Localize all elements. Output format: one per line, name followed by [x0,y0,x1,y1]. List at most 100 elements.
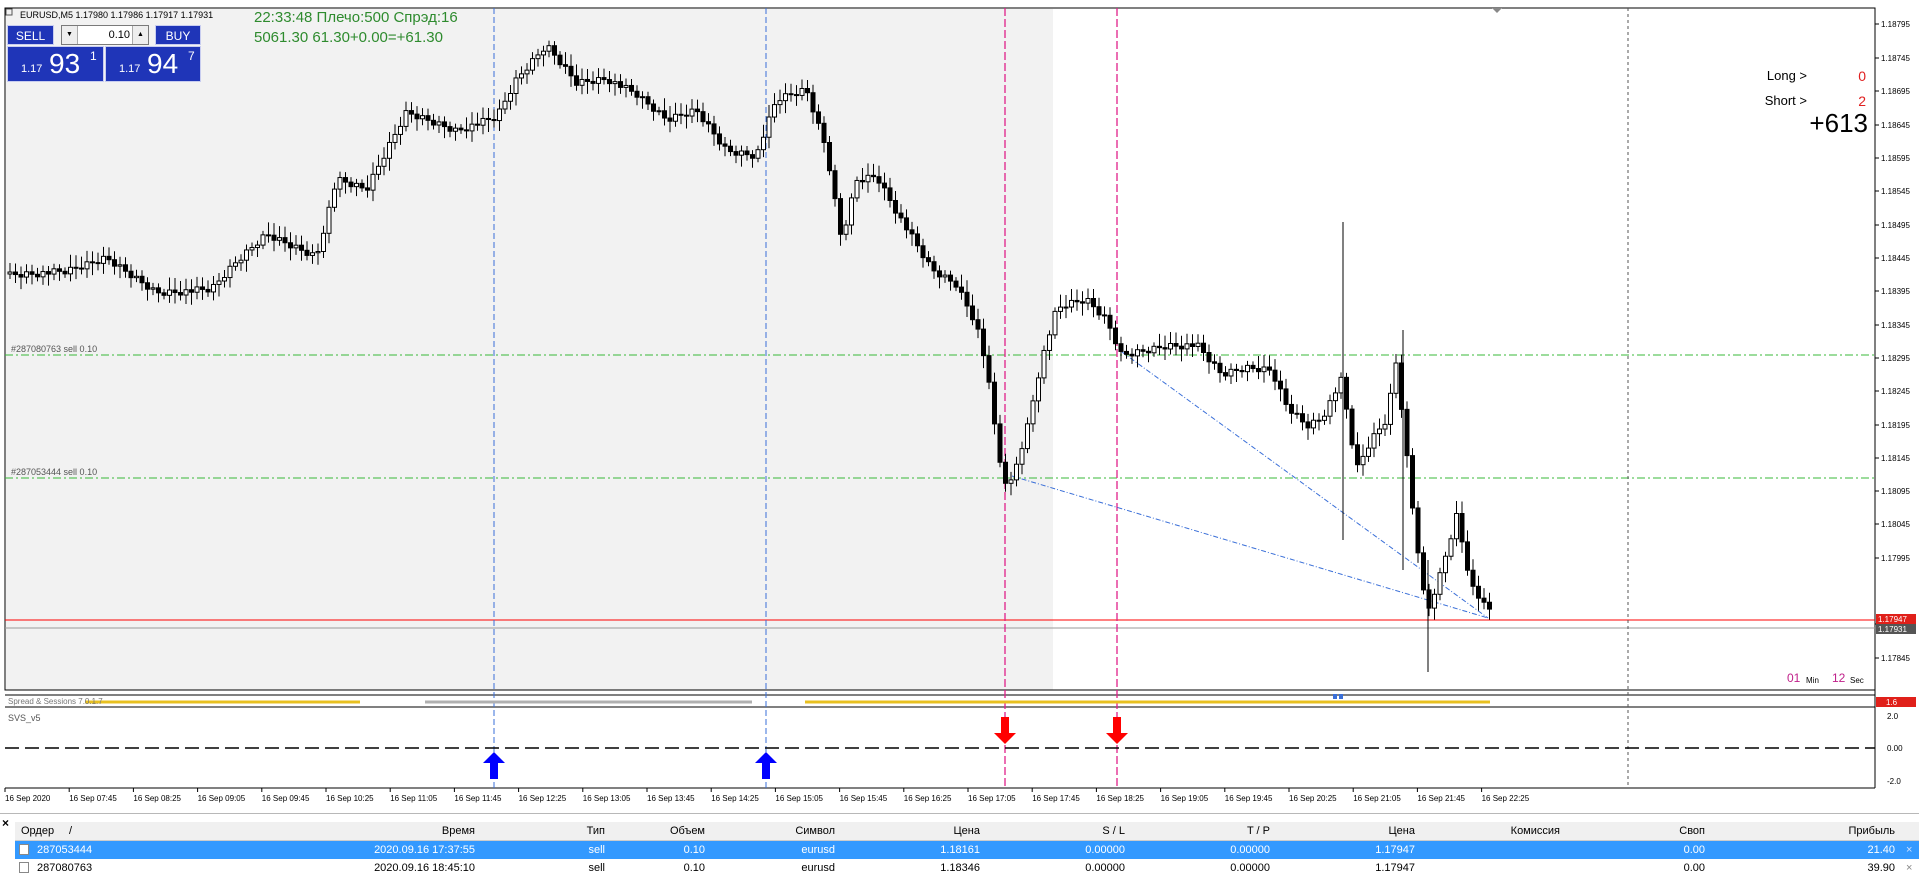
candle-body [579,78,585,86]
col-profit[interactable]: Прибыль [1705,822,1895,840]
volume-field[interactable]: ▼ 0.10 ▲ [61,25,149,45]
candle-body [700,111,706,123]
candle-body [1465,541,1470,571]
candle-body [948,274,953,282]
table-row[interactable]: 287080763 2020.09.16 18:45:10 sell 0.10 … [15,859,1919,877]
sell-price-box[interactable]: 1.17 93 1 [7,46,104,82]
price-chart[interactable]: 1.18795 1.18745 1.18695 1.18645 1.18595 1.185… [0,0,1919,813]
col-volume[interactable]: Объем [605,822,705,840]
candle-body [612,81,618,85]
col-order[interactable]: Ордер [21,822,91,840]
candle-body [684,114,689,117]
volume-down-icon[interactable]: ▼ [62,26,78,44]
cell-profit: 39.90 [1867,862,1895,874]
time-label: 16 Sep 09:05 [198,794,246,803]
candle-body [981,328,986,357]
candle-body [1300,413,1305,423]
candle-body [920,245,926,259]
col-time[interactable]: Время [165,822,475,840]
price-label: 1.18495 [1881,221,1910,230]
candle-body [1360,455,1366,466]
candle-body [992,381,997,425]
candle-body [1146,350,1151,354]
col-tp[interactable]: T / P [1125,822,1270,840]
candle-body [1338,376,1344,394]
candle-body [1080,301,1085,304]
ask-tag: 1.17931 [1878,625,1907,634]
candle-body [112,259,117,267]
candle-body [106,255,112,261]
time-label: 16 Sep 11:05 [390,794,438,803]
candle-body [1437,572,1443,595]
candle-body [271,234,277,241]
price-label: 1.17995 [1881,554,1910,563]
volume-input[interactable]: 0.10 [80,26,130,44]
candle-body [101,255,106,264]
price-label: 1.18645 [1881,121,1910,130]
candle-body [310,252,315,256]
candle-body [447,126,453,132]
candle-body [1201,342,1206,354]
candle-body [1129,353,1135,357]
price-label: 1.18095 [1881,487,1910,496]
candle-body [1058,306,1063,312]
time-label: 16 Sep 11:45 [454,794,502,803]
close-order-icon[interactable]: × [1906,841,1916,859]
candle-body [1239,370,1245,373]
candle-body [871,174,876,178]
candle-body [84,261,90,270]
candle-body [1173,343,1179,347]
time-label: 16 Sep 09:45 [262,794,310,803]
col-sl[interactable]: S / L [980,822,1125,840]
candle-body [860,179,865,183]
candle-body [1393,362,1399,394]
candle-body [282,237,288,244]
candle-body [788,93,794,96]
candle-body [1487,601,1492,610]
candle-body [898,212,904,219]
col-sort-icon[interactable]: / [69,822,79,840]
col-price[interactable]: Цена [835,822,980,840]
time-label: 16 Sep 07:45 [69,794,117,803]
candle-body [95,262,101,265]
sell-price-big: 93 [49,48,81,79]
buy-price-box[interactable]: 1.17 94 7 [105,46,201,82]
candle-body [29,271,35,275]
col-symbol[interactable]: Символ [705,822,835,840]
candle-body [546,45,552,52]
sell-button[interactable]: SELL [7,25,54,45]
candle-body [722,143,728,147]
orders-panel: × Ордер / Время Тип Объем Символ Цена S … [0,813,1919,877]
table-row[interactable]: 287053444 2020.09.16 17:37:55 sell 0.10 … [15,841,1919,859]
candle-body [1190,343,1195,347]
volume-up-icon[interactable]: ▲ [132,26,148,44]
candle-body [524,69,530,75]
candle-body [183,289,189,296]
time-label: 16 Sep 13:45 [647,794,695,803]
col-type[interactable]: Тип [475,822,605,840]
candle-body [1349,408,1355,446]
candle-body [161,292,167,296]
col-commission[interactable]: Комиссия [1415,822,1560,840]
candle-body [359,182,365,189]
time-label: 16 Sep 13:05 [583,794,631,803]
close-icon[interactable]: × [2,816,9,830]
candle-body [354,182,359,188]
candle-body [260,234,266,246]
long-value: 0 [1858,68,1866,84]
col-current-price[interactable]: Цена [1270,822,1415,840]
candle-body [1135,349,1140,357]
candle-body [332,188,337,208]
info-line-1: 22:33:48 Плечо:500 Спрэд:16 [254,9,458,26]
close-order-icon[interactable]: × [1906,859,1916,877]
buy-button[interactable]: BUY [155,25,201,45]
col-swap[interactable]: Своп [1560,822,1705,840]
candle-body [827,142,832,172]
candle-body [1261,366,1267,373]
price-label: 1.17845 [1881,654,1910,663]
candle-body [1063,306,1069,309]
timer-min-label: Min [1806,676,1819,685]
candle-body [249,247,255,251]
candle-body [1344,376,1349,410]
candle-body [772,104,777,118]
